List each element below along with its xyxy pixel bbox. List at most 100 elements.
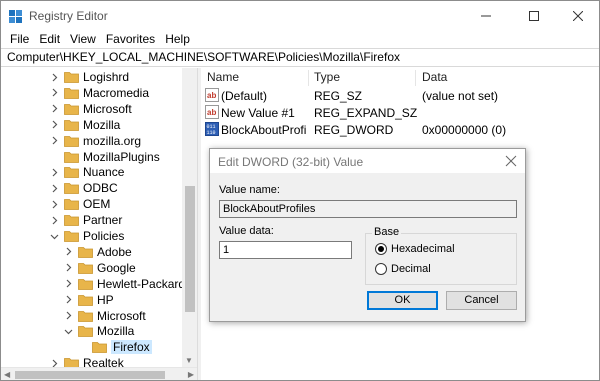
tree-item[interactable]: Mozilla bbox=[63, 323, 134, 339]
column-header-name[interactable]: Name bbox=[207, 70, 239, 84]
ok-button[interactable]: OK bbox=[367, 291, 438, 310]
folder-icon bbox=[64, 103, 79, 115]
scroll-right-arrow-icon[interactable]: ▶ bbox=[188, 370, 194, 379]
value-name: BlockAboutProfil... bbox=[221, 123, 307, 137]
maximize-button[interactable] bbox=[511, 1, 557, 31]
decimal-radio[interactable] bbox=[375, 263, 387, 275]
folder-icon bbox=[78, 262, 93, 274]
hexadecimal-radio[interactable] bbox=[375, 243, 387, 255]
chevron-right-icon[interactable] bbox=[63, 247, 73, 257]
folder-icon bbox=[64, 119, 79, 131]
address-bar[interactable]: Computer\HKEY_LOCAL_MACHINE\SOFTWARE\Pol… bbox=[1, 48, 599, 67]
dialog-close-icon[interactable] bbox=[504, 154, 518, 168]
tree-item[interactable]: Microsoft bbox=[49, 101, 132, 117]
tree-item[interactable]: mozilla.org bbox=[49, 133, 141, 149]
hexadecimal-label: Hexadecimal bbox=[391, 243, 455, 255]
tree-item[interactable]: Nuance bbox=[49, 164, 124, 180]
tree-item[interactable]: Microsoft bbox=[63, 308, 146, 324]
menu-edit[interactable]: Edit bbox=[34, 31, 65, 47]
folder-icon bbox=[64, 214, 79, 226]
chevron-right-icon[interactable] bbox=[49, 215, 59, 225]
tree-item[interactable]: MozillaPlugins bbox=[49, 149, 160, 165]
chevron-right-icon[interactable] bbox=[49, 72, 59, 82]
string-value-icon: ab bbox=[205, 88, 219, 102]
tree-item[interactable]: OEM bbox=[49, 196, 110, 212]
menu-view[interactable]: View bbox=[65, 31, 101, 47]
column-header-type[interactable]: Type bbox=[314, 70, 340, 84]
chevron-down-icon[interactable] bbox=[63, 326, 73, 336]
chevron-right-icon[interactable] bbox=[49, 199, 59, 209]
tree-vertical-scrollbar[interactable]: ▼ bbox=[182, 68, 197, 367]
tree-item-label: Realtek bbox=[83, 356, 124, 367]
chevron-right-icon[interactable] bbox=[49, 358, 59, 367]
value-name: New Value #1 bbox=[221, 106, 295, 120]
tree-item[interactable]: ODBC bbox=[49, 180, 118, 196]
folder-icon bbox=[78, 325, 93, 338]
tree-item-label: Hewlett-Packard bbox=[97, 276, 186, 291]
decimal-radio-option[interactable]: Decimal bbox=[375, 262, 431, 276]
chevron-right-icon[interactable] bbox=[63, 295, 73, 305]
tree-item[interactable]: Firefox bbox=[77, 339, 152, 355]
tree-scroll-thumb[interactable] bbox=[185, 186, 195, 312]
registry-editor-icon bbox=[9, 10, 22, 23]
chevron-down-icon[interactable] bbox=[49, 231, 59, 241]
tree-item[interactable]: Adobe bbox=[63, 244, 132, 260]
value-row[interactable]: ab New Value #1 REG_EXPAND_SZ bbox=[201, 105, 599, 122]
chevron-right-icon[interactable] bbox=[63, 263, 73, 273]
menu-help[interactable]: Help bbox=[160, 31, 195, 47]
tree-item-label: Logishrd bbox=[83, 70, 130, 84]
scroll-down-arrow-icon[interactable]: ▼ bbox=[185, 356, 193, 365]
tree-item[interactable]: Partner bbox=[49, 212, 122, 228]
chevron-right-icon[interactable] bbox=[49, 167, 59, 177]
value-row[interactable]: ab (Default) REG_SZ (value not set) bbox=[201, 88, 599, 105]
tree-item-label: Firefox bbox=[111, 340, 152, 355]
value-type: REG_SZ bbox=[314, 89, 363, 103]
registry-editor-window: Registry Editor File Edit View Favorites… bbox=[0, 0, 600, 381]
folder-icon bbox=[64, 182, 79, 195]
string-value-icon: ab bbox=[205, 105, 219, 119]
tree-item[interactable]: Macromedia bbox=[49, 85, 149, 101]
value-row[interactable]: 011 110 BlockAboutProfil... REG_DWORD 0x… bbox=[201, 122, 599, 139]
column-divider[interactable] bbox=[415, 70, 416, 86]
hexadecimal-radio-option[interactable]: Hexadecimal bbox=[375, 242, 455, 256]
tree-item[interactable]: Realtek bbox=[49, 355, 124, 367]
tree-hscroll-thumb[interactable] bbox=[15, 371, 165, 379]
chevron-right-icon[interactable] bbox=[63, 279, 73, 289]
close-button[interactable] bbox=[555, 1, 599, 31]
tree-item[interactable]: Google bbox=[63, 260, 136, 276]
chevron-right-icon[interactable] bbox=[49, 136, 59, 146]
scroll-left-arrow-icon[interactable]: ◀ bbox=[4, 370, 10, 379]
minimize-button[interactable] bbox=[463, 1, 509, 31]
cancel-button[interactable]: Cancel bbox=[446, 291, 517, 310]
chevron-right-icon[interactable] bbox=[49, 183, 59, 193]
value-name-label: Value name: bbox=[219, 184, 280, 196]
tree-item-label: Mozilla bbox=[83, 117, 121, 132]
folder-icon bbox=[64, 357, 79, 367]
tree-item-label: Nuance bbox=[83, 165, 125, 180]
tree-item[interactable]: Hewlett-Packard bbox=[63, 276, 185, 292]
chevron-right-icon[interactable] bbox=[49, 120, 59, 130]
maximize-icon bbox=[529, 11, 539, 21]
chevron-right-icon[interactable] bbox=[63, 311, 73, 321]
menu-file[interactable]: File bbox=[5, 31, 34, 47]
chevron-right-icon[interactable] bbox=[49, 104, 59, 114]
tree-item[interactable]: Mozilla bbox=[49, 117, 120, 133]
menu-favorites[interactable]: Favorites bbox=[101, 31, 160, 47]
tree-horizontal-scrollbar[interactable]: ◀ ▶ bbox=[1, 367, 197, 380]
value-type: REG_EXPAND_SZ bbox=[314, 106, 418, 120]
dialog-title-bar: Edit DWORD (32-bit) Value bbox=[210, 149, 525, 173]
column-divider[interactable] bbox=[308, 70, 309, 86]
tree-item[interactable]: Logishrd bbox=[49, 69, 129, 85]
folder-icon bbox=[64, 151, 79, 163]
close-icon bbox=[573, 11, 583, 21]
tree-item[interactable]: HP bbox=[63, 292, 114, 308]
value-data-input[interactable]: 1 bbox=[219, 241, 352, 259]
tree-item-label: OEM bbox=[83, 197, 111, 212]
tree-item[interactable]: Policies bbox=[49, 228, 124, 244]
folder-icon bbox=[64, 71, 79, 83]
chevron-right-icon[interactable] bbox=[49, 88, 59, 98]
column-header-data[interactable]: Data bbox=[422, 70, 447, 84]
value-type: REG_DWORD bbox=[314, 123, 394, 137]
folder-icon bbox=[64, 198, 79, 211]
